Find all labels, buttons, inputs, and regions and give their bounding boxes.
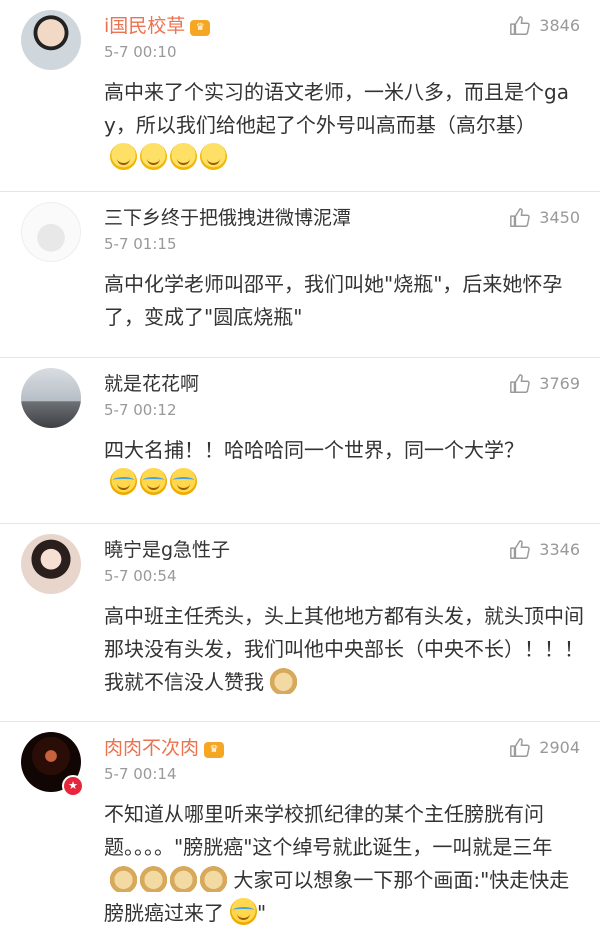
timestamp: 5-7 00:12 xyxy=(104,401,177,419)
crown-icon: ♛ xyxy=(204,742,225,758)
like-count: 3346 xyxy=(539,540,580,559)
laugh-cry-emoji-icon xyxy=(170,468,197,495)
emoji-group xyxy=(110,468,197,495)
comment-text: 不知道从哪里听来学校抓纪律的某个主任膀胱有问题。。。。"膀胱癌"这个绰号就此诞生… xyxy=(104,802,570,925)
emoji-group xyxy=(270,667,297,694)
username[interactable]: 就是花花啊 xyxy=(104,371,199,397)
doge-emoji-icon xyxy=(200,865,227,892)
comment-text: 四大名捕！！哈哈哈同一个世界，同一个大学？ xyxy=(104,434,586,500)
comment-item: 就是花花啊 5-7 00:12 3769 四大名捕！！哈哈哈同一个世界，同一个大… xyxy=(0,358,600,524)
timestamp: 5-7 00:14 xyxy=(104,765,177,783)
thumbs-up-icon xyxy=(510,374,531,393)
doge-emoji-icon xyxy=(270,667,297,694)
timestamp: 5-7 00:54 xyxy=(104,567,177,585)
smile-emoji-icon xyxy=(200,143,227,170)
doge-emoji-icon xyxy=(140,865,167,892)
avatar[interactable] xyxy=(21,368,81,428)
like-count: 3769 xyxy=(539,374,580,393)
like-count: 3450 xyxy=(539,208,580,227)
like-count: 2904 xyxy=(539,738,580,757)
username[interactable]: 曉宁是g急性子 xyxy=(104,537,230,563)
comment-item: 三下乡终于把俄拽进微博泥潭 5-7 01:15 3450 高中化学老师叫邵平，我… xyxy=(0,192,600,358)
doge-emoji-icon xyxy=(170,865,197,892)
smile-emoji-icon xyxy=(110,143,137,170)
comment-item: 曉宁是g急性子 5-7 00:54 3346 高中班主任秃头，头上其他地方都有头… xyxy=(0,524,600,722)
avatar[interactable] xyxy=(21,534,81,594)
laugh-cry-emoji-icon xyxy=(230,898,257,925)
emoji-group xyxy=(110,865,227,892)
comment-text: 高中来了个实习的语文老师，一米八多，而且是个gay，所以我们给他起了个外号叫高而… xyxy=(104,76,586,175)
smile-emoji-icon xyxy=(170,143,197,170)
laugh-cry-emoji-icon xyxy=(140,468,167,495)
like-button[interactable]: 3769 xyxy=(509,372,580,396)
avatar[interactable] xyxy=(21,202,81,262)
avatar[interactable] xyxy=(21,10,81,70)
thumbs-up-icon xyxy=(510,208,531,227)
timestamp: 5-7 01:15 xyxy=(104,235,177,253)
username[interactable]: 三下乡终于把俄拽进微博泥潭 xyxy=(104,205,351,231)
timestamp: 5-7 00:10 xyxy=(104,43,177,61)
thumbs-up-icon xyxy=(510,738,531,757)
comment-text: 高中班主任秃头，头上其他地方都有头发，就头顶中间那块没有头发，我们叫他中央部长（… xyxy=(104,604,584,694)
username[interactable]: i国民校草 ♛ xyxy=(104,13,211,39)
comment-item: ★ 肉肉不次肉 ♛ 5-7 00:14 2904 不知道从哪里听来学校抓纪律的某个… xyxy=(0,722,600,947)
like-count: 3846 xyxy=(539,16,580,35)
smile-emoji-icon xyxy=(140,143,167,170)
verified-badge-icon: ★ xyxy=(62,775,84,797)
like-button[interactable]: 2904 xyxy=(509,736,580,760)
emoji-group xyxy=(110,143,227,170)
comment-text: 高中化学老师叫邵平，我们叫她"烧瓶"，后来她怀孕了，变成了"圆底烧瓶" xyxy=(104,272,563,329)
like-button[interactable]: 3846 xyxy=(509,14,580,38)
username[interactable]: 肉肉不次肉 ♛ xyxy=(104,735,225,761)
comment-list: i国民校草 ♛ 5-7 00:10 3846 高中来了个实习的语文老师，一米八多，… xyxy=(0,0,600,947)
doge-emoji-icon xyxy=(110,865,137,892)
crown-icon: ♛ xyxy=(190,20,211,36)
emoji-group xyxy=(230,898,257,925)
like-button[interactable]: 3346 xyxy=(509,538,580,562)
laugh-cry-emoji-icon xyxy=(110,468,137,495)
comment-item: i国民校草 ♛ 5-7 00:10 3846 高中来了个实习的语文老师，一米八多，… xyxy=(0,0,600,192)
thumbs-up-icon xyxy=(510,16,531,35)
like-button[interactable]: 3450 xyxy=(509,206,580,230)
thumbs-up-icon xyxy=(510,540,531,559)
